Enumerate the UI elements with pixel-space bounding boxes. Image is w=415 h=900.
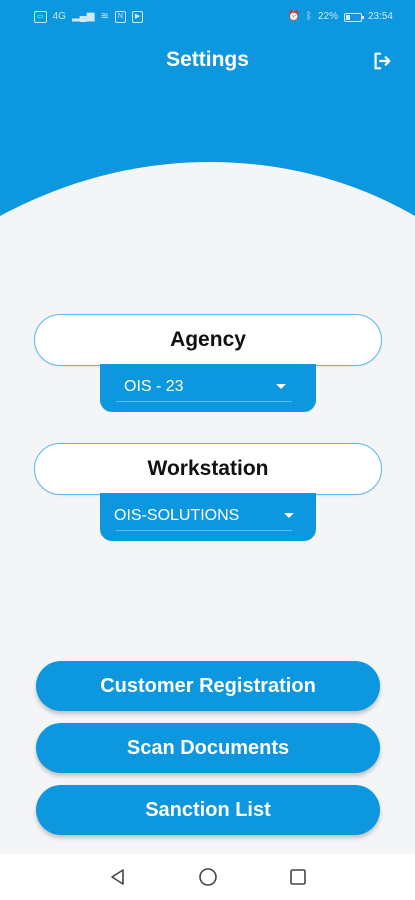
workstation-label: Workstation (34, 443, 382, 495)
status-right: ⏰ ᛒ 22% 23:54 (287, 11, 393, 22)
agency-dropdown-underline (116, 401, 292, 402)
agency-dropdown-value: OIS - 23 (124, 378, 184, 395)
agency-selector-group: Agency OIS - 23 (34, 314, 382, 412)
youtube-icon: ▶ (131, 11, 144, 23)
status-time: 23:54 (367, 11, 393, 22)
chevron-down-icon (276, 384, 286, 389)
back-button[interactable] (104, 863, 132, 891)
logout-icon (374, 52, 391, 70)
battery-percent: 22% (317, 11, 338, 22)
signal-icon: ▂▄▆ (71, 11, 95, 22)
nfc-icon: N (114, 11, 126, 23)
customer-registration-button[interactable]: Customer Registration (36, 661, 380, 711)
scan-documents-button[interactable]: Scan Documents (36, 723, 380, 773)
bluetooth-icon: ᛒ (305, 11, 312, 22)
page-title: Settings (166, 48, 249, 71)
alarm-icon: ⏰ (287, 11, 300, 22)
triangle-back-icon (110, 869, 124, 885)
workstation-dropdown[interactable]: OIS-SOLUTIONS (100, 493, 316, 541)
navigation-bar (0, 854, 415, 900)
battery-icon (343, 12, 364, 22)
workstation-dropdown-underline (116, 530, 292, 531)
chevron-down-icon (284, 513, 294, 518)
network-label: 4G (52, 11, 66, 22)
agency-label: Agency (34, 314, 382, 366)
settings-screen: ▭ 4G ▂▄▆ ≋ N ▶ ⏰ ᛒ 22% 23:54 Settings Ag… (0, 0, 415, 900)
sanction-list-button[interactable]: Sanction List (36, 785, 380, 835)
logout-button[interactable] (369, 48, 395, 74)
workstation-dropdown-value: OIS-SOLUTIONS (114, 507, 240, 524)
sim-icon: ▭ (34, 11, 47, 23)
home-button[interactable] (194, 863, 222, 891)
recents-button[interactable] (284, 863, 312, 891)
square-recents-icon (289, 869, 306, 885)
agency-dropdown[interactable]: OIS - 23 (100, 364, 316, 412)
wifi-icon: ≋ (100, 11, 109, 22)
circle-home-icon (198, 868, 217, 886)
status-left: ▭ 4G ▂▄▆ ≋ N ▶ (34, 11, 144, 23)
status-bar: ▭ 4G ▂▄▆ ≋ N ▶ ⏰ ᛒ 22% 23:54 (0, 0, 415, 34)
workstation-selector-group: Workstation OIS-SOLUTIONS (34, 443, 382, 541)
